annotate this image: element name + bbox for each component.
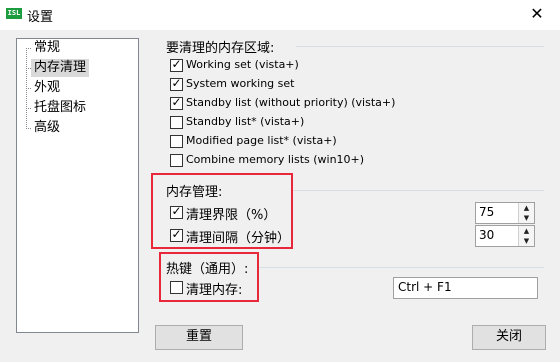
reset-button[interactable]: 重置: [155, 325, 243, 350]
tree-item-advanced[interactable]: 高级: [31, 119, 63, 137]
tree-item-general[interactable]: 常规: [31, 39, 63, 57]
checkmark-icon: ✓: [171, 204, 182, 218]
section-divider: [259, 267, 544, 268]
option-label: Modified page list* (vista+): [186, 134, 337, 147]
close-window-button[interactable]: ✕: [514, 0, 560, 30]
option-label: Working set (vista+): [186, 58, 299, 71]
close-icon: ✕: [530, 4, 544, 23]
spin-down-icon[interactable]: ▼: [519, 213, 534, 223]
threshold-value[interactable]: 75: [479, 205, 494, 219]
option-label: 清理界限（%）: [186, 208, 277, 223]
checkmark-icon: ✓: [171, 57, 182, 71]
close-button[interactable]: 关闭: [472, 325, 546, 350]
option-label: 清理内存:: [186, 283, 243, 298]
tree-item-memory-clean[interactable]: 内存清理: [31, 59, 90, 77]
checkbox[interactable]: [170, 281, 183, 294]
checkbox[interactable]: ✓: [170, 227, 183, 242]
hotkey-input[interactable]: Ctrl + F1: [393, 277, 538, 299]
app-icon: ISL: [6, 8, 22, 19]
checkbox[interactable]: [170, 154, 183, 167]
option-label: 清理间隔（分钟）: [186, 231, 291, 246]
settings-tree[interactable]: 常规 内存清理 外观 托盘图标 高级: [16, 38, 139, 333]
option-label: System working set: [186, 77, 295, 90]
section-divider: [293, 190, 544, 191]
tree-item-tray-icon[interactable]: 托盘图标: [31, 99, 89, 117]
spin-down-icon[interactable]: ▼: [519, 236, 534, 246]
checkbox[interactable]: ✓: [170, 95, 183, 110]
section-divider: [296, 46, 544, 47]
checkbox[interactable]: ✓: [170, 204, 183, 219]
checkmark-icon: ✓: [171, 76, 182, 90]
clean-areas-heading: 要清理的内存区域:: [166, 41, 275, 56]
tree-item-appearance[interactable]: 外观: [31, 79, 63, 97]
option-label: Combine memory lists (win10+): [186, 153, 365, 166]
spinner-buttons: ▲ ▼: [518, 203, 534, 223]
option-label: Standby list (without priority) (vista+): [186, 96, 396, 109]
memory-management-heading: 内存管理:: [166, 185, 223, 200]
window-title: 设置: [27, 10, 54, 25]
threshold-spinner[interactable]: 75 ▲ ▼: [475, 202, 535, 224]
hotkey-value: Ctrl + F1: [398, 280, 452, 294]
hotkey-heading: 热键（通用）:: [166, 262, 249, 277]
checkbox[interactable]: [170, 135, 183, 148]
interval-value[interactable]: 30: [479, 228, 494, 242]
checkbox[interactable]: [170, 116, 183, 129]
option-label: Standby list* (vista+): [186, 115, 305, 128]
checkmark-icon: ✓: [171, 95, 182, 109]
interval-spinner[interactable]: 30 ▲ ▼: [475, 225, 535, 247]
checkbox[interactable]: ✓: [170, 76, 183, 91]
title-bar: ISL 设置 ✕: [0, 0, 560, 31]
checkmark-icon: ✓: [171, 227, 182, 241]
spinner-buttons: ▲ ▼: [518, 226, 534, 246]
checkbox[interactable]: ✓: [170, 57, 183, 72]
